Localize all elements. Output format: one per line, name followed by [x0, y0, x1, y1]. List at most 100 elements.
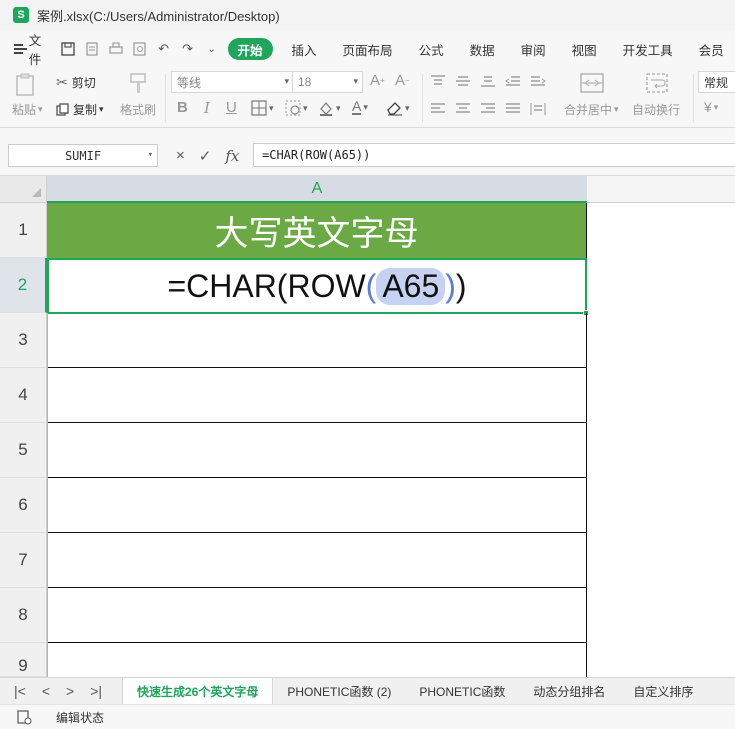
row-header-2[interactable]: 2 — [0, 258, 47, 313]
customize-toolbar-icon[interactable]: ⌄ — [204, 41, 220, 57]
insert-function-icon[interactable]: fx — [225, 147, 239, 165]
cell-a5[interactable] — [47, 423, 587, 478]
fill-style-icon[interactable]: ▾ — [285, 100, 308, 116]
tab-view[interactable]: 视图 — [559, 38, 610, 60]
chevron-down-icon: ▾ — [614, 104, 619, 114]
tab-formulas[interactable]: 公式 — [406, 38, 457, 60]
copy-button[interactable]: 复制 ▾ — [56, 101, 104, 118]
formula-prefix: =CHAR(ROW — [167, 267, 366, 304]
cell-a7[interactable] — [47, 533, 587, 588]
align-top-icon[interactable] — [430, 74, 446, 88]
font-color-icon[interactable]: A ▾ — [352, 99, 368, 115]
select-all-button[interactable] — [0, 176, 47, 203]
cell-reference-token[interactable]: A65 — [376, 267, 446, 305]
wrap-text-label[interactable]: 自动换行 — [632, 101, 680, 118]
row-header-9[interactable]: 9 — [0, 643, 47, 677]
prev-sheet-icon[interactable]: < — [42, 683, 50, 699]
sheet-tab-group-rank[interactable]: 动态分组排名 — [519, 678, 619, 705]
print-icon[interactable] — [108, 41, 124, 57]
tab-page-layout[interactable]: 页面布局 — [330, 38, 406, 60]
copy-label: 复制 — [73, 103, 98, 117]
undo-icon[interactable]: ↶ — [156, 41, 172, 57]
tab-data[interactable]: 数据 — [457, 38, 508, 60]
chevron-down-icon: ▾ — [284, 76, 289, 86]
cut-button[interactable]: ✂ 剪切 — [56, 74, 96, 91]
currency-button[interactable]: ¥ ▾ — [704, 99, 718, 115]
decrease-font-icon[interactable]: A − — [395, 72, 410, 89]
cancel-icon[interactable]: × — [176, 147, 185, 164]
font-name-value: 等线 — [177, 75, 202, 90]
redo-icon[interactable]: ↷ — [180, 41, 196, 57]
tab-developer[interactable]: 开发工具 — [610, 38, 686, 60]
tab-home[interactable]: 开始 — [227, 38, 273, 60]
cell-a9[interactable] — [47, 643, 587, 677]
sheet-tab-custom-sort[interactable]: 自定义排序 — [619, 678, 707, 705]
cell-a2-editing[interactable]: =CHAR(ROW(A65)) — [47, 258, 587, 314]
cell-a3[interactable] — [47, 313, 587, 368]
tab-member[interactable]: 会员 — [686, 38, 735, 60]
row-header-4[interactable]: 4 — [0, 368, 47, 423]
first-sheet-icon[interactable]: |< — [14, 683, 26, 699]
chevron-down-icon: ▾ — [38, 104, 43, 114]
row-header-1[interactable]: 1 — [0, 203, 47, 258]
merge-center-icon[interactable] — [580, 72, 604, 94]
print-preview-icon[interactable] — [132, 41, 148, 57]
row-header-8[interactable]: 8 — [0, 588, 47, 643]
format-painter-icon[interactable] — [128, 72, 150, 96]
wrap-text-icon[interactable] — [646, 72, 668, 94]
next-sheet-icon[interactable]: > — [66, 683, 74, 699]
status-bar: 编辑状态 — [0, 704, 735, 729]
column-header-a[interactable]: A — [47, 176, 587, 203]
sheet-tab-letters[interactable]: 快速生成26个英文字母 — [122, 677, 274, 705]
save-icon[interactable] — [60, 41, 76, 57]
tab-insert[interactable]: 插入 — [279, 38, 330, 60]
clear-format-icon[interactable]: ▾ — [386, 100, 410, 116]
italic-icon[interactable]: I — [204, 99, 210, 117]
formula-open-paren: ( — [365, 267, 377, 304]
number-format-select[interactable]: 常规 — [698, 71, 735, 93]
row-header-3[interactable]: 3 — [0, 313, 47, 368]
paste-icon[interactable] — [12, 72, 38, 98]
sheet-nav: |< < > >| — [14, 683, 122, 699]
paste-button[interactable]: 粘贴 ▾ — [12, 101, 43, 118]
align-middle-icon[interactable] — [455, 74, 471, 88]
font-size-select[interactable]: 18 ▾ — [292, 71, 363, 93]
align-bottom-icon[interactable] — [480, 74, 496, 88]
row-header-7[interactable]: 7 — [0, 533, 47, 588]
file-menu-button[interactable]: 文件 — [14, 30, 46, 68]
increase-indent-icon[interactable] — [530, 74, 546, 88]
sheet-tab-phonetic-2[interactable]: PHONETIC函数 (2) — [273, 678, 405, 705]
align-center-icon[interactable] — [455, 102, 471, 116]
merge-center-button[interactable]: 合并居中 ▾ — [564, 101, 619, 118]
export-pdf-icon[interactable] — [84, 41, 100, 57]
name-box[interactable]: SUMIF ▾ — [8, 144, 158, 167]
cell-a6[interactable] — [47, 478, 587, 533]
formula-input[interactable]: =CHAR(ROW(A65)) — [253, 143, 735, 167]
fill-color-icon[interactable]: ▾ — [318, 100, 341, 116]
macro-record-icon[interactable] — [16, 709, 32, 725]
format-painter-label[interactable]: 格式刷 — [120, 101, 156, 118]
bold-icon[interactable]: B — [177, 99, 188, 116]
tab-review[interactable]: 审阅 — [508, 38, 559, 60]
chevron-down-icon: ▾ — [713, 101, 719, 112]
row-header-6[interactable]: 6 — [0, 478, 47, 533]
chevron-down-icon: ▾ — [353, 76, 358, 86]
borders-icon[interactable]: ▾ — [251, 100, 274, 116]
cell-a4[interactable] — [47, 368, 587, 423]
distributed-align-icon[interactable] — [530, 102, 546, 116]
confirm-icon[interactable]: ✓ — [199, 147, 212, 165]
row-header-5[interactable]: 5 — [0, 423, 47, 478]
cell-a8[interactable] — [47, 588, 587, 643]
align-left-icon[interactable] — [430, 102, 446, 116]
justify-icon[interactable] — [505, 102, 521, 116]
underline-icon[interactable]: U — [226, 99, 237, 116]
last-sheet-icon[interactable]: >| — [90, 683, 102, 699]
chevron-down-icon: ▾ — [363, 101, 368, 112]
decrease-indent-icon[interactable] — [505, 74, 521, 88]
font-name-select[interactable]: 等线 ▾ — [171, 71, 294, 93]
increase-font-icon[interactable]: A + — [370, 72, 385, 89]
chevron-down-icon: ▾ — [99, 104, 104, 114]
sheet-tab-phonetic[interactable]: PHONETIC函数 — [405, 678, 519, 705]
cell-a1[interactable]: 大写英文字母 — [47, 203, 587, 258]
align-right-icon[interactable] — [480, 102, 496, 116]
